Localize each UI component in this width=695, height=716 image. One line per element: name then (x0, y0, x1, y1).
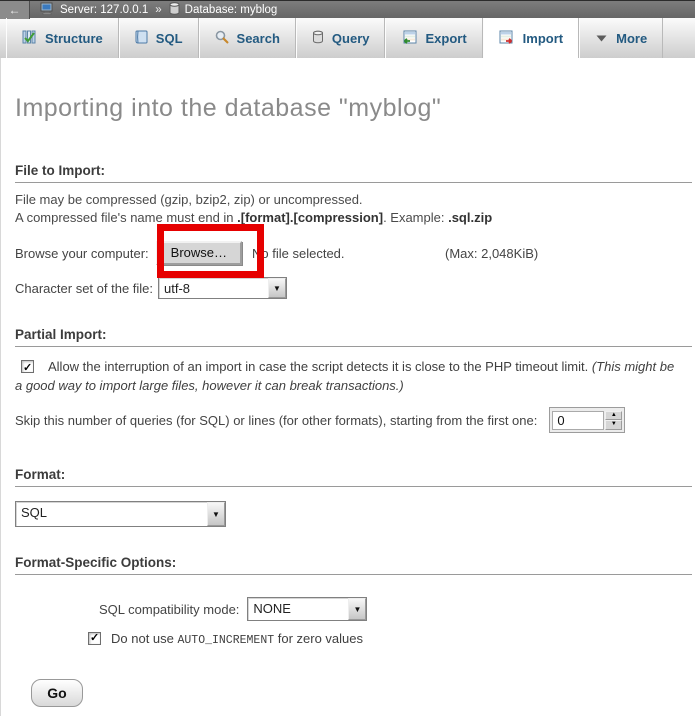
breadcrumb-bar: ← Server: 127.0.0.1 » Database: myblog (0, 0, 695, 18)
tab-import[interactable]: Import (483, 18, 579, 58)
allow-interruption-checkbox[interactable] (21, 360, 34, 373)
tab-query[interactable]: Query (296, 18, 386, 58)
sql-compatibility-selected-value: NONE (248, 598, 348, 620)
skip-queries-input[interactable]: 0 (552, 411, 604, 430)
skip-queries-label: Skip this number of queries (for SQL) or… (15, 413, 537, 428)
allow-interruption-row: Allow the interruption of an import in c… (15, 357, 677, 395)
file-upload-row: Browse your computer: Browse… No file se… (15, 241, 695, 265)
dropdown-arrow-icon[interactable]: ▼ (268, 278, 286, 298)
sql-icon (135, 30, 148, 47)
tab-search[interactable]: Search (199, 18, 296, 58)
main-content: Importing into the database "myblog" Fil… (0, 58, 695, 716)
allow-interruption-label: Allow the interruption of an import in c… (48, 359, 592, 374)
tab-structure[interactable]: Structure (6, 18, 119, 58)
breadcrumb: Server: 127.0.0.1 » Database: myblog (40, 2, 277, 18)
go-button[interactable]: Go (31, 679, 83, 707)
structure-icon (22, 30, 37, 47)
skip-queries-spinner: 0 ▲ ▼ (549, 407, 625, 433)
charset-selected-value: utf-8 (159, 278, 268, 298)
auto-increment-label-suffix: for zero values (274, 631, 363, 646)
breadcrumb-database[interactable]: Database: myblog (185, 4, 278, 16)
browse-button[interactable]: Browse… (156, 241, 242, 265)
sql-compatibility-select[interactable]: NONE ▼ (247, 597, 367, 621)
auto-increment-code: AUTO_INCREMENT (178, 634, 275, 647)
import-icon (499, 30, 515, 47)
auto-increment-row: Do not use AUTO_INCREMENT for zero value… (88, 631, 695, 647)
chevron-down-icon (595, 31, 608, 46)
search-icon (215, 30, 229, 47)
spinner-up-icon[interactable]: ▲ (605, 411, 622, 421)
format-select[interactable]: SQL ▼ (15, 501, 226, 527)
tab-label: Export (425, 31, 466, 46)
server-icon (40, 2, 55, 18)
tab-label: More (616, 31, 647, 46)
skip-queries-row: Skip this number of queries (for SQL) or… (15, 407, 695, 433)
format-specific-options-heading: Format-Specific Options: (15, 555, 692, 575)
tab-label: Structure (45, 31, 103, 46)
charset-select[interactable]: utf-8 ▼ (158, 277, 287, 299)
back-button[interactable]: ← (0, 1, 30, 19)
tab-more[interactable]: More (579, 18, 663, 58)
dropdown-arrow-icon[interactable]: ▼ (348, 598, 366, 620)
breadcrumb-separator: » (155, 4, 161, 16)
partial-import-heading: Partial Import: (15, 327, 692, 347)
sql-compatibility-row: SQL compatibility mode: NONE ▼ (99, 597, 695, 621)
auto-increment-checkbox[interactable] (88, 632, 101, 645)
page-title: Importing into the database "myblog" (15, 58, 695, 123)
format-heading: Format: (15, 467, 692, 487)
tab-label: Query (332, 31, 370, 46)
compression-help-text: File may be compressed (gzip, bzip2, zip… (15, 191, 695, 227)
charset-row: Character set of the file: utf-8 ▼ (15, 277, 695, 299)
tab-bar: Structure SQL Search Query Export Import (0, 18, 695, 58)
auto-increment-label-prefix: Do not use (111, 631, 178, 646)
browse-label: Browse your computer: (15, 246, 149, 261)
tab-label: SQL (156, 31, 183, 46)
max-size-note: (Max: 2,048KiB) (445, 246, 538, 261)
dropdown-arrow-icon[interactable]: ▼ (207, 502, 225, 526)
no-file-selected-text: No file selected. (252, 246, 345, 261)
export-icon (401, 30, 417, 47)
breadcrumb-server[interactable]: Server: 127.0.0.1 (60, 4, 148, 16)
database-icon (169, 2, 180, 18)
sql-compatibility-label: SQL compatibility mode: (99, 602, 239, 617)
query-icon (312, 30, 324, 47)
charset-label: Character set of the file: (15, 281, 153, 296)
tab-sql[interactable]: SQL (119, 18, 199, 58)
tab-label: Import (523, 31, 563, 46)
tab-export[interactable]: Export (385, 18, 482, 58)
tab-label: Search (237, 31, 280, 46)
back-arrow-icon: ← (9, 3, 21, 17)
format-selected-value: SQL (16, 502, 207, 526)
file-to-import-heading: File to Import: (15, 163, 692, 183)
spinner-down-icon[interactable]: ▼ (605, 420, 622, 430)
